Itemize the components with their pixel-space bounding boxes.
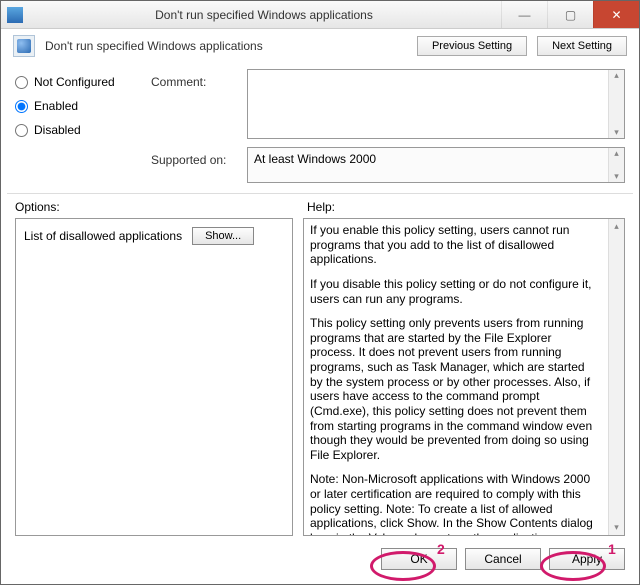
title-bar: Don't run specified Windows applications… bbox=[1, 1, 639, 29]
pane-labels: Options: Help: bbox=[1, 194, 639, 218]
chevron-down-icon: ▾ bbox=[614, 127, 619, 138]
help-pane: If you enable this policy setting, users… bbox=[303, 218, 625, 536]
help-para-2: If you disable this policy setting or do… bbox=[310, 277, 600, 306]
radio-disabled-input[interactable] bbox=[15, 124, 28, 137]
app-icon bbox=[7, 7, 23, 23]
state-radio-group: Not Configured Enabled Disabled bbox=[15, 69, 145, 137]
radio-not-configured-input[interactable] bbox=[15, 76, 28, 89]
help-para-4: Note: Non-Microsoft applications with Wi… bbox=[310, 472, 600, 535]
show-button[interactable]: Show... bbox=[192, 227, 254, 245]
disallowed-list-label: List of disallowed applications bbox=[24, 227, 182, 243]
chevron-down-icon: ▾ bbox=[614, 522, 619, 533]
chevron-up-icon: ▴ bbox=[614, 70, 619, 81]
comment-label: Comment: bbox=[151, 69, 241, 89]
supported-on-text: At least Windows 2000 bbox=[248, 148, 608, 182]
chevron-up-icon: ▴ bbox=[614, 148, 619, 159]
radio-enabled-input[interactable] bbox=[15, 100, 28, 113]
minimize-button[interactable]: — bbox=[501, 1, 547, 28]
supported-on-scrollbar[interactable]: ▴▾ bbox=[608, 148, 624, 182]
radio-disabled-label: Disabled bbox=[34, 123, 81, 137]
help-para-3: This policy setting only prevents users … bbox=[310, 316, 600, 462]
apply-button[interactable]: Apply bbox=[549, 548, 625, 570]
help-scrollbar[interactable]: ▴▾ bbox=[608, 219, 624, 535]
upper-form: Not Configured Enabled Disabled Comment:… bbox=[1, 65, 639, 193]
cancel-button[interactable]: Cancel bbox=[465, 548, 541, 570]
window-buttons: — ▢ ✕ bbox=[501, 1, 639, 28]
radio-enabled[interactable]: Enabled bbox=[15, 99, 145, 113]
help-para-1: If you enable this policy setting, users… bbox=[310, 223, 600, 267]
chevron-up-icon: ▴ bbox=[614, 221, 619, 232]
chevron-down-icon: ▾ bbox=[614, 171, 619, 182]
radio-enabled-label: Enabled bbox=[34, 99, 78, 113]
header-row: Don't run specified Windows applications… bbox=[1, 29, 639, 65]
radio-disabled[interactable]: Disabled bbox=[15, 123, 145, 137]
comment-scrollbar[interactable]: ▴▾ bbox=[608, 70, 624, 138]
options-label: Options: bbox=[15, 200, 293, 214]
policy-title: Don't run specified Windows applications bbox=[45, 39, 407, 53]
comment-field: ▴▾ bbox=[247, 69, 625, 139]
policy-icon bbox=[13, 35, 35, 57]
window-title: Don't run specified Windows applications bbox=[27, 8, 501, 22]
comment-textarea[interactable] bbox=[248, 70, 608, 138]
help-label: Help: bbox=[307, 200, 625, 214]
ok-button[interactable]: OK bbox=[381, 548, 457, 570]
radio-not-configured[interactable]: Not Configured bbox=[15, 75, 145, 89]
panes: List of disallowed applications Show... … bbox=[1, 218, 639, 542]
maximize-button[interactable]: ▢ bbox=[547, 1, 593, 28]
next-setting-button[interactable]: Next Setting bbox=[537, 36, 627, 56]
radio-not-configured-label: Not Configured bbox=[34, 75, 115, 89]
supported-on-label: Supported on: bbox=[151, 147, 241, 167]
previous-setting-button[interactable]: Previous Setting bbox=[417, 36, 527, 56]
dialog-buttons: OK Cancel Apply bbox=[1, 542, 639, 580]
options-pane: List of disallowed applications Show... bbox=[15, 218, 293, 536]
help-text: If you enable this policy setting, users… bbox=[304, 219, 608, 535]
close-button[interactable]: ✕ bbox=[593, 1, 639, 28]
supported-on-field: At least Windows 2000 ▴▾ bbox=[247, 147, 625, 183]
